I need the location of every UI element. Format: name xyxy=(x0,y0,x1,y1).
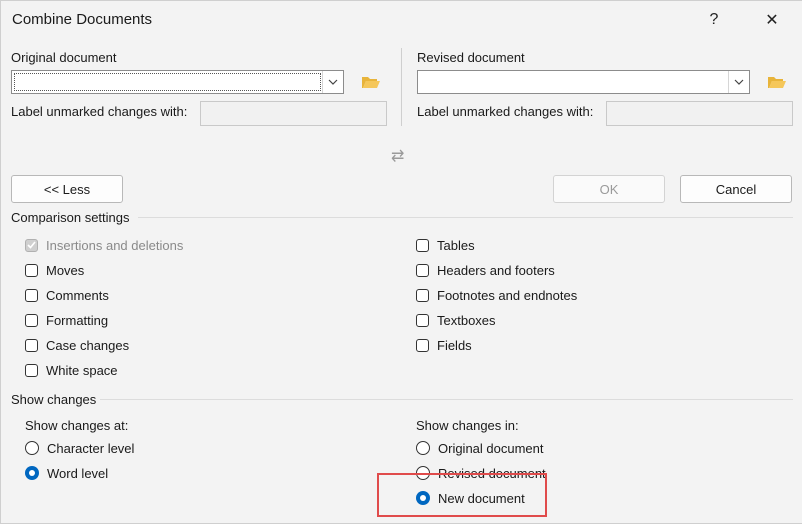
case-changes-checkbox[interactable]: Case changes xyxy=(25,335,183,355)
moves-checkbox[interactable]: Moves xyxy=(25,260,183,280)
original-document-combo[interactable] xyxy=(11,70,344,94)
radio-label: Original document xyxy=(438,440,544,456)
checkbox-icon xyxy=(25,363,38,377)
comparison-right-column: Tables Headers and footers Footnotes and… xyxy=(416,235,577,355)
comments-checkbox[interactable]: Comments xyxy=(25,285,183,305)
checkbox-label: Fields xyxy=(437,337,472,353)
revised-label-unmarked-input[interactable] xyxy=(606,101,793,126)
original-document-value xyxy=(14,73,321,91)
fields-checkbox[interactable]: Fields xyxy=(416,335,577,355)
folder-open-icon[interactable] xyxy=(767,73,787,91)
checkbox-label: Formatting xyxy=(46,312,109,328)
checkbox-icon xyxy=(25,288,38,302)
checkbox-label: White space xyxy=(46,362,118,378)
comparison-settings-heading: Comparison settings xyxy=(11,210,130,225)
show-changes-heading: Show changes xyxy=(11,392,97,407)
less-button[interactable]: << Less xyxy=(11,175,123,203)
tables-checkbox[interactable]: Tables xyxy=(416,235,577,255)
insertions-deletions-checkbox[interactable]: Insertions and deletions xyxy=(25,235,183,255)
radio-icon xyxy=(25,441,39,455)
close-button[interactable]: ✕ xyxy=(750,1,794,39)
folder-open-icon[interactable] xyxy=(361,73,381,91)
checkbox-icon xyxy=(416,288,429,302)
dialog-title: Combine Documents xyxy=(12,11,153,28)
cancel-button[interactable]: Cancel xyxy=(680,175,792,203)
headers-footers-checkbox[interactable]: Headers and footers xyxy=(416,260,577,280)
column-divider xyxy=(401,48,402,126)
radio-icon xyxy=(416,441,430,455)
show-changes-at-label: Show changes at: xyxy=(25,418,129,433)
checkbox-icon xyxy=(416,263,429,277)
swap-documents-icon[interactable]: ⇄ xyxy=(391,146,404,166)
checkbox-icon xyxy=(416,238,429,252)
checkbox-label: Case changes xyxy=(46,337,130,353)
checkbox-label: Insertions and deletions xyxy=(46,237,184,253)
checkbox-label: Footnotes and endnotes xyxy=(437,287,578,303)
help-button[interactable]: ? xyxy=(692,1,736,39)
word-level-radio[interactable]: Word level xyxy=(25,463,134,483)
revised-label-unmarked-label: Label unmarked changes with: xyxy=(417,104,594,119)
checkbox-icon xyxy=(416,313,429,327)
radio-selected-icon xyxy=(25,466,39,480)
checkbox-icon xyxy=(416,338,429,352)
formatting-checkbox[interactable]: Formatting xyxy=(25,310,183,330)
show-changes-at-group: Character level Word level xyxy=(25,438,134,483)
radio-label: Word level xyxy=(47,465,109,481)
original-label-unmarked-label: Label unmarked changes with: xyxy=(11,104,188,119)
combine-documents-dialog: Combine Documents ? ✕ Original document … xyxy=(0,0,802,524)
show-changes-in-label: Show changes in: xyxy=(416,418,519,433)
checkbox-icon xyxy=(25,263,38,277)
section-divider xyxy=(100,399,793,400)
revised-document-label: Revised document xyxy=(417,50,525,65)
checkbox-label: Textboxes xyxy=(437,312,496,328)
radio-label: Character level xyxy=(47,440,135,456)
checkbox-label: Headers and footers xyxy=(437,262,555,278)
checkbox-label: Tables xyxy=(437,237,475,253)
section-divider xyxy=(138,217,793,218)
character-level-radio[interactable]: Character level xyxy=(25,438,134,458)
checkbox-label: Comments xyxy=(46,287,109,303)
chevron-down-icon[interactable] xyxy=(322,71,343,93)
white-space-checkbox[interactable]: White space xyxy=(25,360,183,380)
original-document-label: Original document xyxy=(11,50,117,65)
original-label-unmarked-input[interactable] xyxy=(200,101,387,126)
comparison-left-column: Insertions and deletions Moves Comments … xyxy=(25,235,183,380)
checkbox-label: Moves xyxy=(46,262,85,278)
chevron-down-icon[interactable] xyxy=(728,71,749,93)
checkbox-icon xyxy=(25,313,38,327)
revised-document-combo[interactable] xyxy=(417,70,750,94)
footnotes-endnotes-checkbox[interactable]: Footnotes and endnotes xyxy=(416,285,577,305)
checkbox-icon xyxy=(25,338,38,352)
original-document-radio[interactable]: Original document xyxy=(416,438,546,458)
highlight-box xyxy=(377,473,547,517)
ok-button[interactable]: OK xyxy=(553,175,665,203)
checkbox-checked-icon xyxy=(25,238,38,252)
close-icon: ✕ xyxy=(765,12,779,29)
textboxes-checkbox[interactable]: Textboxes xyxy=(416,310,577,330)
revised-document-value xyxy=(420,73,727,91)
